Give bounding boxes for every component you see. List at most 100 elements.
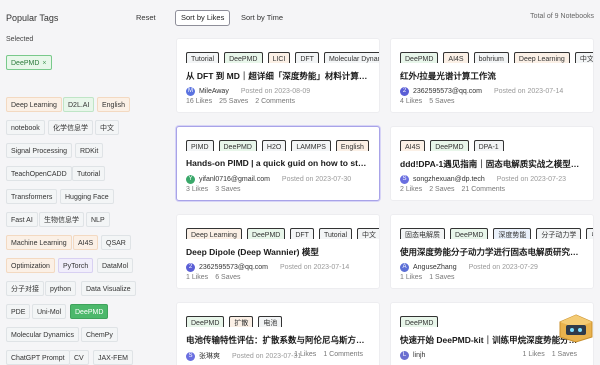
card-tag[interactable]: 深度势能 — [493, 228, 532, 239]
tag-uni-mol[interactable]: Uni-Mol — [32, 304, 67, 319]
tag-qsar[interactable]: QSAR — [101, 235, 131, 250]
card-title[interactable]: 红外/拉曼光谱计算工作流 — [400, 70, 584, 82]
card-tag[interactable]: AI4S — [400, 140, 426, 151]
tag-cv[interactable]: CV — [69, 350, 89, 365]
selected-tag[interactable]: DeePMD × — [6, 55, 52, 70]
author-name[interactable]: linjh — [413, 352, 425, 359]
card-tag[interactable]: 分子动力学 — [536, 228, 582, 239]
tag-chinese[interactable]: 中文 — [95, 120, 119, 135]
tag-rdkit[interactable]: RDKit — [75, 143, 104, 158]
card-tag[interactable]: DeePMD — [430, 140, 469, 151]
author-name[interactable]: yifanl0716@gmail.com — [199, 176, 270, 183]
saves-count: 1 Saves — [551, 351, 577, 358]
tag-datamol[interactable]: DataMol — [97, 258, 134, 273]
tag-pytorch[interactable]: PyTorch — [58, 258, 94, 273]
tag-python[interactable]: python — [45, 281, 77, 296]
tag-fast-ai[interactable]: Fast AI — [6, 212, 38, 227]
card-tag[interactable]: LAMMPS — [291, 140, 331, 151]
tag-signal-processing[interactable]: Signal Processing — [6, 143, 73, 158]
card-tag[interactable]: English — [335, 140, 369, 151]
tag-chem-informatics[interactable]: 化学信息学 — [48, 120, 93, 135]
notebook-card[interactable]: Deep Learning DeePMD DFT Tutorial 中文 Deep Di… — [176, 214, 380, 289]
notebook-card[interactable]: PIMD DeePMD H2O LAMMPS English Hands-on PIMD… — [176, 126, 380, 201]
tag-notebook[interactable]: notebook — [6, 120, 45, 135]
tag-jax-fem[interactable]: JAX-FEM — [93, 350, 133, 365]
card-tag[interactable]: H2O — [261, 140, 287, 151]
card-title[interactable]: 快速开始 DeePMD-kit｜训练甲烷深度势能分子动力... — [400, 334, 584, 346]
tag-deepmd-active[interactable]: DeePMD — [70, 304, 109, 319]
tag-english[interactable]: English — [97, 97, 130, 112]
author-name[interactable]: 张琳爽 — [199, 351, 220, 361]
card-tag[interactable]: DPA-1 — [473, 140, 504, 151]
total-count: Total of 9 Notebooks — [530, 13, 594, 20]
tag-optimization[interactable]: Optimization — [6, 258, 55, 273]
notebook-card[interactable]: TutorialDeePMDLICIDFTMolecular Dynamics … — [176, 38, 380, 113]
card-tag[interactable]: Deep Learning — [186, 228, 242, 239]
card-title[interactable]: 从 DFT 到 MD｜超详细「深度势能」材料计算上手指南 — [186, 70, 370, 82]
card-title[interactable]: Hands-on PIMD | a quick guid on how to s… — [186, 158, 370, 168]
tag-molecular-docking[interactable]: 分子对接 — [6, 281, 44, 296]
comments-count: 1 Comments — [323, 351, 363, 358]
close-icon[interactable]: × — [42, 60, 46, 67]
robot-assistant-icon[interactable] — [558, 313, 594, 343]
sort-by-likes-button[interactable]: Sort by Likes — [175, 10, 231, 26]
card-tag[interactable]: DeePMD — [224, 52, 263, 63]
card-tag[interactable]: DeePMD — [246, 228, 286, 239]
card-tag[interactable]: Molecular Dynamics — [323, 52, 379, 63]
sort-by-time-button[interactable]: Sort by Time — [235, 10, 289, 26]
notebook-card[interactable]: 固态电解质 DeePMD 深度势能分子动力学中文 使用深度势能分子动力学进行固态电解… — [390, 214, 594, 289]
card-tag[interactable]: 中文 — [357, 228, 379, 239]
card-tag[interactable]: 扩散 — [229, 316, 254, 327]
author-name[interactable]: AnguseZhang — [413, 264, 457, 271]
tag-d2l-ai[interactable]: D2L.AI — [63, 97, 95, 112]
tag-machine-learning[interactable]: Machine Learning — [6, 235, 72, 250]
card-tag[interactable]: DeePMD — [218, 140, 257, 151]
card-title[interactable]: ddd!DPA-1遇见指南｜固态电解质实战之模型训练篇 — [400, 158, 584, 170]
card-tag[interactable]: Deep Learning — [513, 52, 570, 63]
card-tag[interactable]: AI4S — [443, 52, 469, 63]
tag-bioinformatics[interactable]: 生物信息学 — [39, 212, 84, 227]
notebook-card[interactable]: DeePMD AI4S bohrium Deep Learning 中文 红外/拉曼光谱… — [390, 38, 594, 113]
card-tag[interactable]: LICI — [267, 52, 291, 63]
avatar: M — [186, 87, 195, 96]
author-name[interactable]: 2362595573@qq.com — [413, 88, 482, 95]
card-tag[interactable]: Tutorial — [318, 228, 353, 239]
tag-ai4s[interactable]: AI4S — [73, 235, 99, 250]
tag-hugging-face[interactable]: Hugging Face — [60, 189, 114, 204]
author-name[interactable]: MileAway — [199, 88, 229, 95]
card-tag[interactable]: 中文 — [586, 228, 593, 239]
card-tag[interactable]: DFT — [290, 228, 314, 239]
tag-pde[interactable]: PDE — [6, 304, 31, 319]
card-tag[interactable]: 中文 — [574, 52, 593, 63]
card-title[interactable]: Deep Dipole (Deep Wannier) 模型 — [186, 246, 370, 258]
card-tag[interactable]: DeePMD — [450, 228, 489, 239]
card-tag[interactable]: DeePMD — [400, 52, 439, 63]
notebook-card[interactable]: DeePMD 扩散 电池 电池传输特性评估：扩散系数与阿伦尼乌斯方程应用 S 张琳爽… — [176, 302, 380, 365]
card-tag[interactable]: DFT — [295, 52, 319, 63]
card-tag[interactable]: DeePMD — [400, 316, 439, 327]
card-tag[interactable]: PIMD — [186, 140, 214, 151]
author-name[interactable]: 2362595573@qq.com — [199, 264, 268, 271]
author-name[interactable]: songzhexuan@dp.tech — [413, 176, 485, 183]
card-tags: Tutorial DeePMD LICI DFT Molecular Dynamics — [186, 48, 379, 63]
tag-teachopencadd[interactable]: TeachOpenCADD — [6, 166, 72, 181]
tag-data-visualize[interactable]: Data Visualize — [81, 281, 136, 296]
card-title[interactable]: 使用深度势能分子动力学进行固态电解质研究实战 — [400, 246, 584, 258]
card-tag[interactable]: bohrium — [473, 52, 509, 63]
tag-tutorial[interactable]: Tutorial — [72, 166, 106, 181]
card-tag[interactable]: Tutorial — [186, 52, 220, 63]
card-author-line: M MileAway Posted on 2023-08-09 — [186, 87, 310, 96]
tag-nlp[interactable]: NLP — [86, 212, 110, 227]
reset-button[interactable]: Reset — [136, 13, 156, 22]
card-tag[interactable]: 电池 — [258, 316, 283, 327]
card-title[interactable]: 电池传输特性评估：扩散系数与阿伦尼乌斯方程应用 — [186, 334, 370, 346]
card-tag[interactable]: 固态电解质 — [400, 228, 445, 239]
tag-deep-learning[interactable]: Deep Learning — [6, 97, 62, 112]
notebook-card[interactable]: AI4S DeePMD DPA-1 ddd!DPA-1遇见指南｜固态电解质实战之模型… — [390, 126, 594, 201]
tag-chempy[interactable]: ChemPy — [81, 327, 118, 342]
tag-transformers[interactable]: Transformers — [6, 189, 58, 204]
card-tag[interactable]: DeePMD — [186, 316, 225, 327]
comments-count: 2 Comments — [255, 98, 295, 105]
tag-chatgpt-prompt[interactable]: ChatGPT Prompt — [6, 350, 70, 365]
tag-molecular-dynamics[interactable]: Molecular Dynamics — [6, 327, 80, 342]
